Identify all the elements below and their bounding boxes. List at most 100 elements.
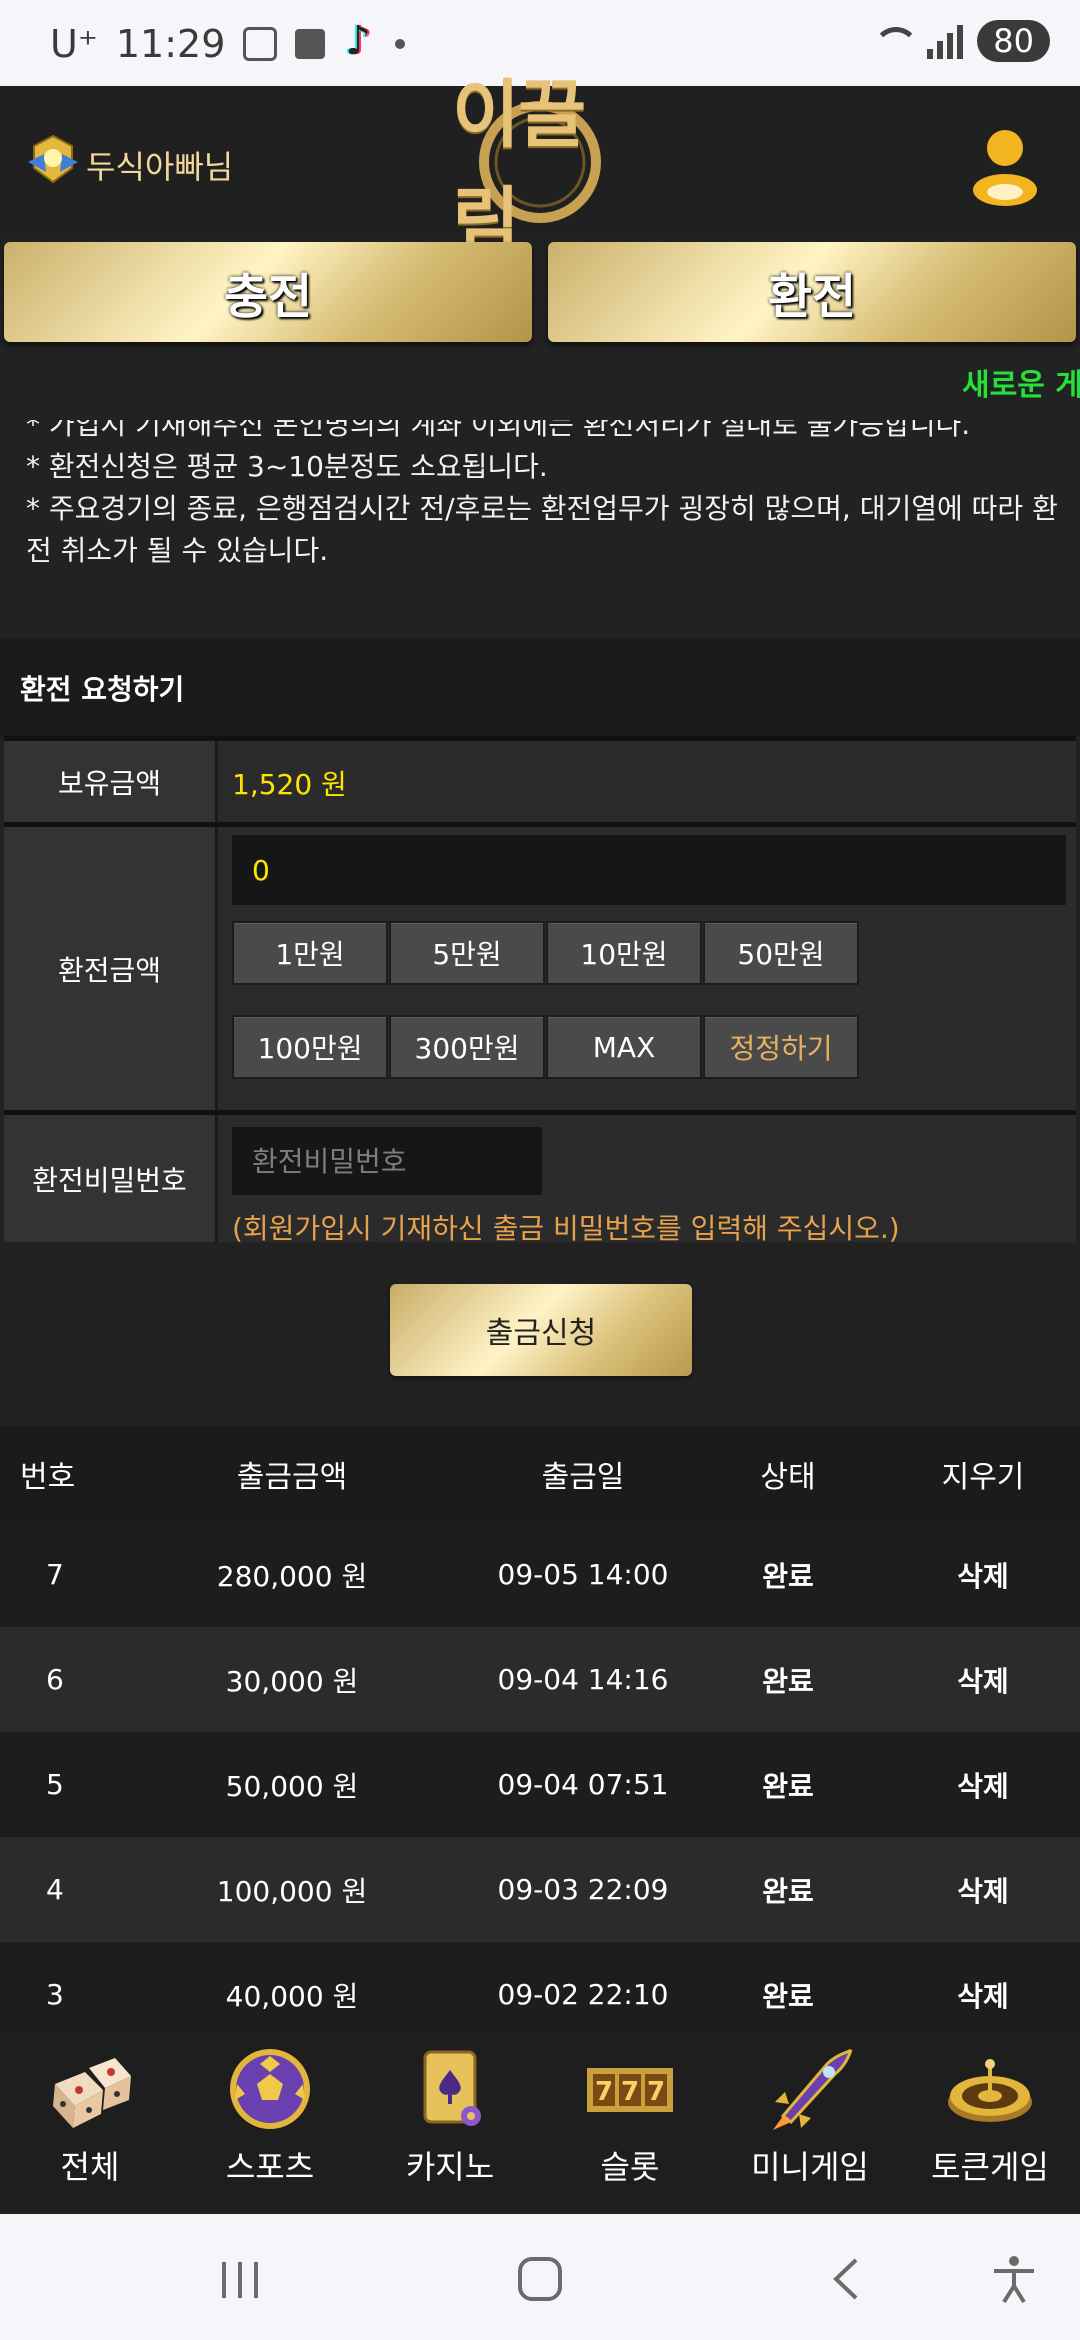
svg-text:7: 7 [621, 2077, 639, 2107]
header-date: 출금일 [541, 1460, 625, 1495]
balance-value: 1,520 원 [232, 768, 347, 801]
row-no: 6 [46, 1663, 64, 1696]
nav-item-all[interactable]: 전체 [0, 2030, 180, 2213]
accessibility-icon[interactable] [984, 2254, 1044, 2304]
game-category-nav: 전체 스포츠 카지노 7 7 7 슬롯 미니게임 토큰게임 [0, 2030, 1080, 2213]
nav-item-slot[interactable]: 7 7 7 슬롯 [540, 2030, 720, 2213]
row-no: 5 [46, 1768, 64, 1801]
recent-apps-icon[interactable] [210, 2254, 270, 2304]
table-row: 7 280,000 원 09-05 14:00 완료 삭제 [0, 1522, 1080, 1627]
quick-max-button[interactable]: MAX [546, 1015, 702, 1079]
row-no: 7 [46, 1558, 64, 1591]
screenshot-icon [243, 27, 278, 61]
notice-line-1: * 가입시 기재해주신 본인명의의 계좌 이외에는 환전처리가 절대로 불가능합… [26, 420, 971, 441]
notice-line-3: * 주요경기의 종료, 은행점검시간 전/후로는 환전업무가 굉장히 많으며, … [26, 492, 1058, 567]
svg-text:7: 7 [647, 2077, 665, 2107]
amount-label: 환전금액 [4, 827, 218, 1110]
row-delete-button[interactable]: 삭제 [918, 1837, 1048, 1942]
roulette-icon [948, 2059, 1032, 2122]
nav-label-minigame: 미니게임 [751, 2148, 869, 2186]
balance-label: 보유금액 [4, 741, 218, 822]
row-amount: 50,000 원 [225, 1769, 359, 1803]
row-delete-button[interactable]: 삭제 [918, 1732, 1048, 1837]
table-row: 4 100,000 원 09-03 22:09 완료 삭제 [0, 1837, 1080, 1942]
clock: 11:29 [115, 22, 226, 66]
row-delete-button[interactable]: 삭제 [918, 1522, 1048, 1627]
withdraw-request-button[interactable]: 출금신청 [390, 1284, 692, 1376]
logo-text: 이끌림 [452, 72, 586, 265]
site-logo[interactable]: 이끌림 [452, 72, 628, 265]
tab-charge[interactable]: 충전 [4, 242, 532, 342]
notification-dot-icon [395, 39, 406, 49]
nav-item-minigame[interactable]: 미니게임 [720, 2030, 900, 2213]
rocket-icon [773, 2048, 853, 2130]
row-date: 09-04 07:51 [497, 1768, 669, 1801]
row-amount: 100,000 원 [216, 1874, 368, 1908]
amount-row: 환전금액 1만원 5만원 10만원 50만원 100만원 300만원 MAX 정… [4, 822, 1076, 1110]
playing-card-icon [423, 2050, 481, 2126]
row-amount: 30,000 원 [225, 1664, 359, 1698]
nav-item-casino[interactable]: 카지노 [360, 2030, 540, 2213]
nav-label-token-game: 토큰게임 [931, 2148, 1049, 2186]
header-delete: 지우기 [941, 1460, 1025, 1495]
svg-text:7: 7 [595, 2077, 613, 2107]
reset-amount-button[interactable]: 정정하기 [703, 1015, 859, 1079]
marquee-ticker: 새로운 게 [962, 368, 1080, 403]
table-header: 번호 출금금액 출금일 상태 지우기 [0, 1426, 1080, 1522]
row-status: 완료 [762, 1559, 814, 1593]
nav-item-token-game[interactable]: 토큰게임 [900, 2030, 1080, 2213]
dice-icon [53, 2058, 131, 2128]
quick-10man-button[interactable]: 10만원 [546, 921, 702, 985]
charge-exchange-tabs: 충전 환전 [0, 240, 1080, 344]
nav-label-all: 전체 [60, 2148, 120, 2186]
soccer-ball-icon [230, 2049, 310, 2129]
row-date: 09-05 14:00 [497, 1558, 669, 1591]
easy-home-icon [295, 29, 326, 59]
system-nav-bar [0, 2214, 1080, 2340]
section-title: 환전 요청하기 [20, 673, 185, 706]
table-row: 5 50,000 원 09-04 07:51 완료 삭제 [0, 1732, 1080, 1837]
row-amount: 280,000 원 [216, 1559, 368, 1593]
balance-row: 보유금액 1,520 원 [4, 736, 1076, 822]
row-no: 4 [46, 1873, 64, 1906]
nav-item-sports[interactable]: 스포츠 [180, 2030, 360, 2213]
battery-indicator: 80 [977, 20, 1050, 62]
notice-line-2: * 환전신청은 평균 3~10분정도 소요됩니다. [26, 450, 548, 483]
wifi-icon [873, 21, 920, 61]
quick-300man-button[interactable]: 300만원 [389, 1015, 545, 1079]
exchange-notice: * 가입시 기재해주신 본인명의의 계좌 이외에는 환전처리가 절대로 불가능합… [26, 420, 1066, 572]
carrier-label: U⁺ [50, 22, 98, 66]
signal-icon [927, 23, 964, 59]
row-delete-button[interactable]: 삭제 [918, 1627, 1048, 1732]
nav-label-slot: 슬롯 [600, 2148, 660, 2186]
username[interactable]: 두식아빠님 [86, 142, 233, 188]
back-icon[interactable] [816, 2254, 876, 2304]
row-date: 09-03 22:09 [497, 1873, 669, 1906]
header-amount: 출금금액 [236, 1460, 348, 1495]
profile-icon[interactable] [970, 126, 1040, 206]
table-row: 6 30,000 원 09-04 14:16 완료 삭제 [0, 1627, 1080, 1732]
password-hint: (회원가입시 기재하신 출금 비밀번호를 입력해 주십시오.) [232, 1212, 900, 1245]
row-date: 09-04 14:16 [497, 1663, 669, 1696]
header-status: 상태 [760, 1460, 816, 1495]
home-icon[interactable] [510, 2254, 570, 2304]
password-row: 환전비밀번호 (회원가입시 기재하신 출금 비밀번호를 입력해 주십시오.) [4, 1110, 1076, 1245]
row-status: 완료 [762, 1664, 814, 1698]
amount-input[interactable] [232, 835, 1066, 905]
exchange-password-input[interactable] [232, 1127, 542, 1195]
header-no: 번호 [20, 1460, 76, 1495]
tiktok-icon [343, 18, 377, 64]
row-status: 완료 [762, 1874, 814, 1908]
quick-5man-button[interactable]: 5만원 [389, 921, 545, 985]
quick-100man-button[interactable]: 100만원 [232, 1015, 388, 1079]
section-header: 환전 요청하기 [0, 638, 1080, 736]
nav-label-sports: 스포츠 [225, 2148, 315, 2186]
quick-1man-button[interactable]: 1만원 [232, 921, 388, 985]
quick-50man-button[interactable]: 50만원 [703, 921, 859, 985]
app-header: 두식아빠님 이끌림 [0, 72, 1080, 265]
row-status: 완료 [762, 1769, 814, 1803]
slot-777-icon: 7 7 7 [587, 2068, 673, 2112]
user-rank-badge-icon [24, 132, 82, 186]
nav-label-casino: 카지노 [405, 2148, 495, 2186]
tab-exchange[interactable]: 환전 [548, 242, 1076, 342]
